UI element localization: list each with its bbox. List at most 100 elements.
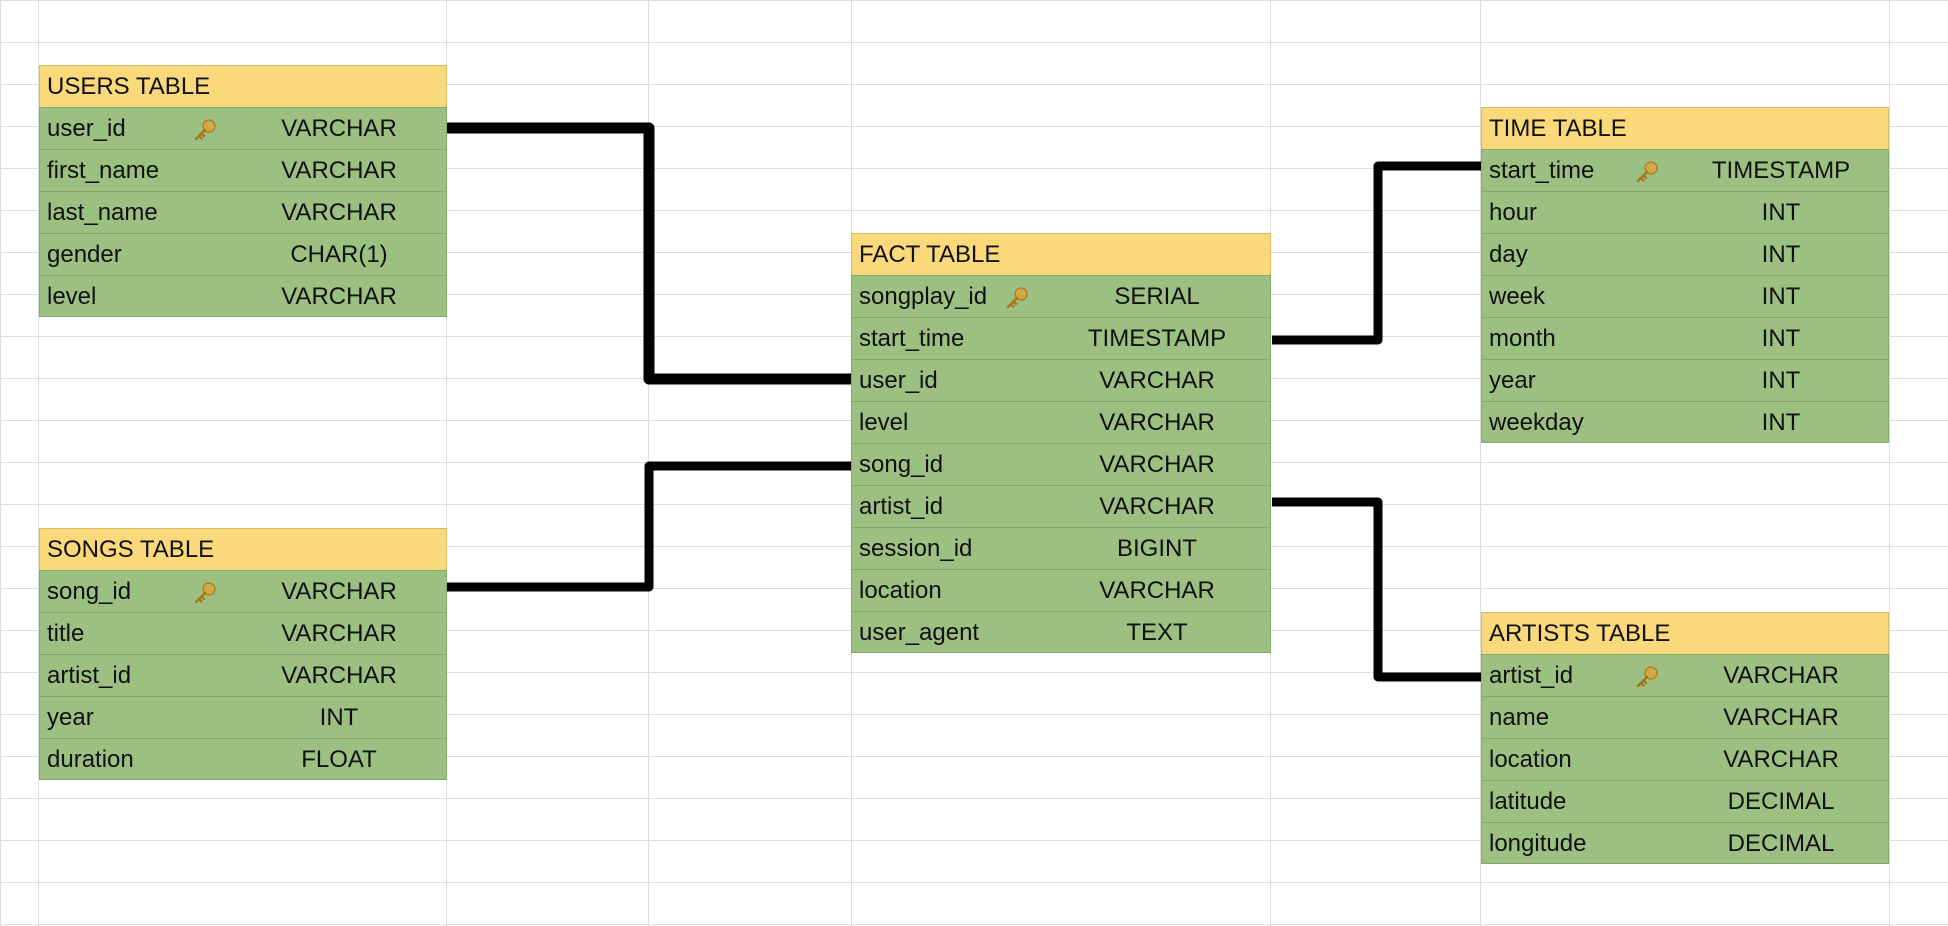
column-name: session_id bbox=[859, 535, 973, 562]
key-icon bbox=[1632, 150, 1662, 192]
table-row: start_time TIMESTAMP bbox=[851, 317, 1271, 359]
table-row: longitude DECIMAL bbox=[1481, 822, 1889, 864]
column-type: TEXT bbox=[1126, 619, 1188, 646]
table-row: month INT bbox=[1481, 317, 1889, 359]
table-row: last_name VARCHAR bbox=[39, 191, 447, 233]
column-name: artist_id bbox=[47, 662, 132, 689]
column-name: user_id bbox=[859, 367, 938, 394]
column-name: name bbox=[1489, 704, 1550, 731]
table-title: USERS TABLE bbox=[39, 65, 447, 107]
column-type: VARCHAR bbox=[281, 283, 397, 310]
table-row: year INT bbox=[1481, 359, 1889, 401]
column-type: SERIAL bbox=[1114, 283, 1200, 310]
column-type: VARCHAR bbox=[1723, 662, 1839, 689]
column-name: user_agent bbox=[859, 619, 980, 646]
column-type: VARCHAR bbox=[281, 157, 397, 184]
table-body: user_id VARCHAR first_name VARCHAR last_name… bbox=[39, 107, 447, 317]
table-title: ARTISTS TABLE bbox=[1481, 612, 1889, 654]
key-icon bbox=[190, 108, 220, 150]
table-title: TIME TABLE bbox=[1481, 107, 1889, 149]
column-type: VARCHAR bbox=[281, 620, 397, 647]
column-name: hour bbox=[1489, 199, 1538, 226]
table-row: artist_id VARCHAR bbox=[1481, 654, 1889, 696]
column-type: INT bbox=[1761, 199, 1801, 226]
column-type: INT bbox=[319, 704, 359, 731]
column-type: FLOAT bbox=[301, 746, 377, 773]
table-row: start_time TIMESTAMP bbox=[1481, 149, 1889, 191]
table-row: song_id VARCHAR bbox=[851, 443, 1271, 485]
column-name: gender bbox=[47, 241, 122, 268]
column-name: start_time bbox=[1489, 157, 1595, 184]
users-table: USERS TABLE user_id VARCHAR first_name VARC… bbox=[39, 65, 447, 317]
table-row: level VARCHAR bbox=[39, 275, 447, 317]
column-type: DECIMAL bbox=[1727, 830, 1835, 857]
column-name: artist_id bbox=[1489, 662, 1574, 689]
connector-users-fact bbox=[447, 122, 851, 385]
table-row: user_id VARCHAR bbox=[851, 359, 1271, 401]
table-body: song_id VARCHAR title VARCHAR artist_id VARCH… bbox=[39, 570, 447, 780]
column-name: year bbox=[1489, 367, 1536, 394]
table-row: hour INT bbox=[1481, 191, 1889, 233]
column-type: VARCHAR bbox=[1099, 451, 1215, 478]
table-body: songplay_id SERIAL start_time TIMESTAMP user… bbox=[851, 275, 1271, 653]
table-row: duration FLOAT bbox=[39, 738, 447, 780]
table-row: session_id BIGINT bbox=[851, 527, 1271, 569]
column-name: week bbox=[1489, 283, 1546, 310]
table-row: first_name VARCHAR bbox=[39, 149, 447, 191]
column-name: song_id bbox=[859, 451, 944, 478]
key-icon bbox=[190, 571, 220, 613]
column-name: duration bbox=[47, 746, 134, 773]
songs-table: SONGS TABLE song_id VARCHAR title VARCHAR ar… bbox=[39, 528, 447, 780]
column-type: TIMESTAMP bbox=[1087, 325, 1227, 352]
table-row: week INT bbox=[1481, 275, 1889, 317]
time-table: TIME TABLE start_time TIMESTAMP hour INT day… bbox=[1481, 107, 1889, 443]
table-body: artist_id VARCHAR name VARCHAR location VARCH… bbox=[1481, 654, 1889, 864]
column-type: TIMESTAMP bbox=[1711, 157, 1851, 184]
column-type: VARCHAR bbox=[1099, 493, 1215, 520]
table-row: title VARCHAR bbox=[39, 612, 447, 654]
column-type: VARCHAR bbox=[281, 199, 397, 226]
table-row: song_id VARCHAR bbox=[39, 570, 447, 612]
column-type: INT bbox=[1761, 367, 1801, 394]
table-row: year INT bbox=[39, 696, 447, 738]
column-name: weekday bbox=[1489, 409, 1584, 436]
column-name: user_id bbox=[47, 115, 126, 142]
column-name: longitude bbox=[1489, 830, 1587, 857]
column-name: location bbox=[1489, 746, 1572, 773]
column-type: CHAR(1) bbox=[290, 241, 388, 268]
column-name: song_id bbox=[47, 578, 132, 605]
table-row: level VARCHAR bbox=[851, 401, 1271, 443]
column-name: year bbox=[47, 704, 94, 731]
column-name: location bbox=[859, 577, 942, 604]
key-icon bbox=[1632, 655, 1662, 697]
table-row: day INT bbox=[1481, 233, 1889, 275]
table-row: songplay_id SERIAL bbox=[851, 275, 1271, 317]
artists-table: ARTISTS TABLE artist_id VARCHAR name VARCHA… bbox=[1481, 612, 1889, 864]
column-type: VARCHAR bbox=[1099, 577, 1215, 604]
table-row: artist_id VARCHAR bbox=[851, 485, 1271, 527]
table-row: user_agent TEXT bbox=[851, 611, 1271, 653]
column-name: start_time bbox=[859, 325, 965, 352]
column-name: artist_id bbox=[859, 493, 944, 520]
column-type: INT bbox=[1761, 241, 1801, 268]
connector-fact-time bbox=[1272, 161, 1481, 345]
column-type: DECIMAL bbox=[1727, 788, 1835, 815]
column-type: INT bbox=[1761, 325, 1801, 352]
column-name: title bbox=[47, 620, 85, 647]
column-name: songplay_id bbox=[859, 283, 988, 310]
column-type: BIGINT bbox=[1116, 535, 1197, 562]
column-type: INT bbox=[1761, 283, 1801, 310]
fact-table: FACT TABLE songplay_id SERIAL start_time TI… bbox=[851, 233, 1271, 653]
table-row: location VARCHAR bbox=[1481, 738, 1889, 780]
column-name: last_name bbox=[47, 199, 158, 226]
column-name: day bbox=[1489, 241, 1528, 268]
column-name: level bbox=[47, 283, 97, 310]
key-icon bbox=[1002, 276, 1032, 318]
table-row: location VARCHAR bbox=[851, 569, 1271, 611]
table-row: name VARCHAR bbox=[1481, 696, 1889, 738]
table-row: gender CHAR(1) bbox=[39, 233, 447, 275]
table-row: latitude DECIMAL bbox=[1481, 780, 1889, 822]
column-name: first_name bbox=[47, 157, 160, 184]
table-title: SONGS TABLE bbox=[39, 528, 447, 570]
table-row: artist_id VARCHAR bbox=[39, 654, 447, 696]
